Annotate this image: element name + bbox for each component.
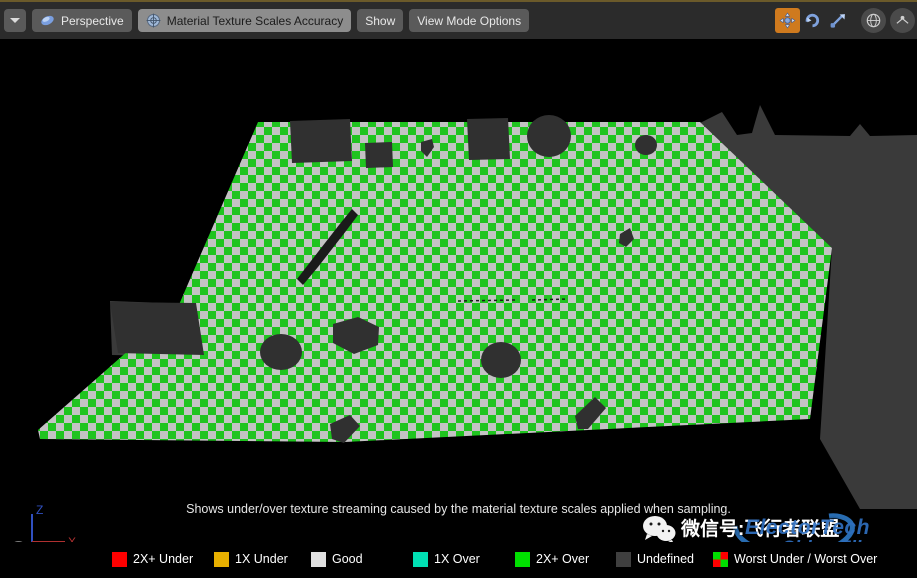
surface-snap-button[interactable] xyxy=(890,8,915,33)
chevron-down-icon xyxy=(10,18,20,23)
legend-item: 2X+ Under xyxy=(112,552,193,567)
legend-label: 1X Over xyxy=(434,552,480,566)
rotate-gizmo-icon xyxy=(804,12,821,29)
legend-swatch xyxy=(311,552,326,567)
sphere-object xyxy=(527,115,571,157)
legend-item: Worst Under / Worst Over xyxy=(713,552,877,567)
legend-swatch xyxy=(515,552,530,567)
view-mode-description: Shows under/over texture streaming cause… xyxy=(0,502,917,516)
legend-swatch xyxy=(616,552,631,567)
circle-hole xyxy=(481,342,521,378)
rotate-gizmo-button[interactable] xyxy=(800,8,825,33)
legend-item: Good xyxy=(311,552,363,567)
viewport-3d-scene[interactable]: Shows under/over texture streaming cause… xyxy=(0,39,917,578)
world-coordinate-button[interactable] xyxy=(861,8,886,33)
legend-swatch xyxy=(214,552,229,567)
transform-gizmo-group xyxy=(775,8,915,33)
axis-z-label: Z xyxy=(36,503,43,517)
translate-gizmo-icon xyxy=(779,12,796,29)
box-object xyxy=(365,142,393,168)
legend-swatch xyxy=(713,552,728,567)
scene-geometry xyxy=(0,39,917,578)
unreal-editor-viewport-window: Perspective Material Texture Scales Accu… xyxy=(0,0,917,578)
texture-accuracy-legend: 2X+ Under 1X Under Good 1X Over 2X+ Over Unde… xyxy=(0,542,917,576)
legend-label: 2X+ Under xyxy=(133,552,193,566)
sphere-object xyxy=(635,135,657,155)
show-label: Show xyxy=(365,14,395,28)
circle-hole xyxy=(260,334,302,370)
viewport-toolbar: Perspective Material Texture Scales Accu… xyxy=(0,2,917,39)
legend-item: 1X Over xyxy=(413,552,480,567)
camera-dropdown-button[interactable] xyxy=(4,9,26,32)
scale-gizmo-button[interactable] xyxy=(825,8,850,33)
view-mode-options-button[interactable]: View Mode Options xyxy=(409,9,529,32)
box-object xyxy=(467,118,510,160)
view-mode-button[interactable]: Material Texture Scales Accuracy xyxy=(138,9,352,32)
terrain-flat-patch xyxy=(110,302,204,355)
world-coordinate-icon xyxy=(866,13,881,28)
perspective-label: Perspective xyxy=(61,14,124,28)
perspective-button[interactable]: Perspective xyxy=(32,9,132,32)
legend-label: 1X Under xyxy=(235,552,288,566)
box-object xyxy=(290,119,352,163)
legend-label: Good xyxy=(332,552,363,566)
legend-item: 1X Under xyxy=(214,552,288,567)
surface-snap-icon xyxy=(895,13,910,28)
translate-gizmo-button[interactable] xyxy=(775,8,800,33)
legend-swatch xyxy=(112,552,127,567)
legend-swatch xyxy=(413,552,428,567)
legend-label: 2X+ Over xyxy=(536,552,589,566)
view-mode-label: Material Texture Scales Accuracy xyxy=(167,14,344,28)
legend-label: Undefined xyxy=(637,552,694,566)
legend-item: 2X+ Over xyxy=(515,552,589,567)
view-mode-options-label: View Mode Options xyxy=(417,14,521,28)
legend-label: Worst Under / Worst Over xyxy=(734,552,877,566)
camera-lens-icon xyxy=(40,13,55,28)
legend-item: Undefined xyxy=(616,552,694,567)
show-button[interactable]: Show xyxy=(357,9,403,32)
crosshair-globe-icon xyxy=(146,13,161,28)
scale-gizmo-icon xyxy=(829,12,846,29)
